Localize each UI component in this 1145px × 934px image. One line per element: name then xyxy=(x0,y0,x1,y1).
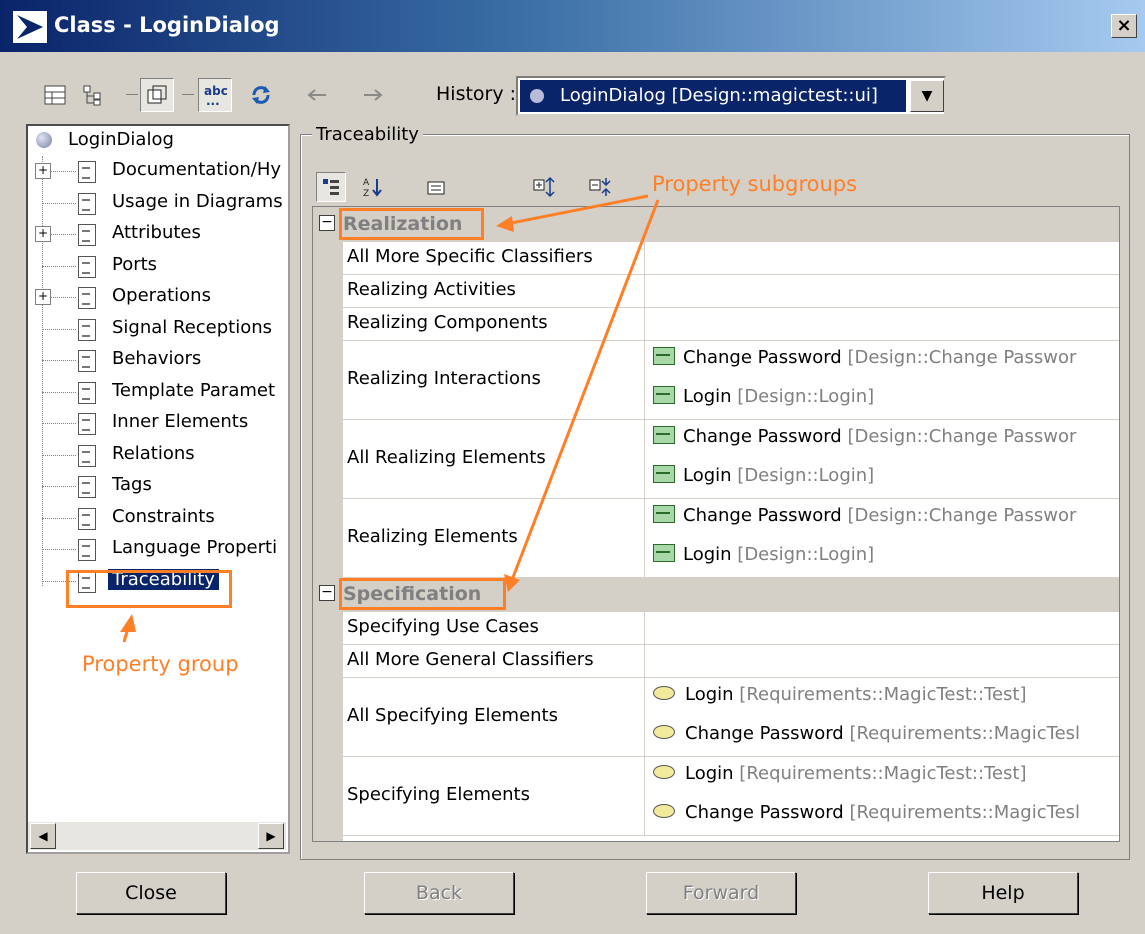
forward-button[interactable]: Forward xyxy=(646,872,796,914)
annotation-arrows xyxy=(120,194,660,643)
back-button[interactable]: Back xyxy=(364,872,514,914)
help-button[interactable]: Help xyxy=(928,872,1078,914)
close-button[interactable]: Close xyxy=(76,872,226,914)
